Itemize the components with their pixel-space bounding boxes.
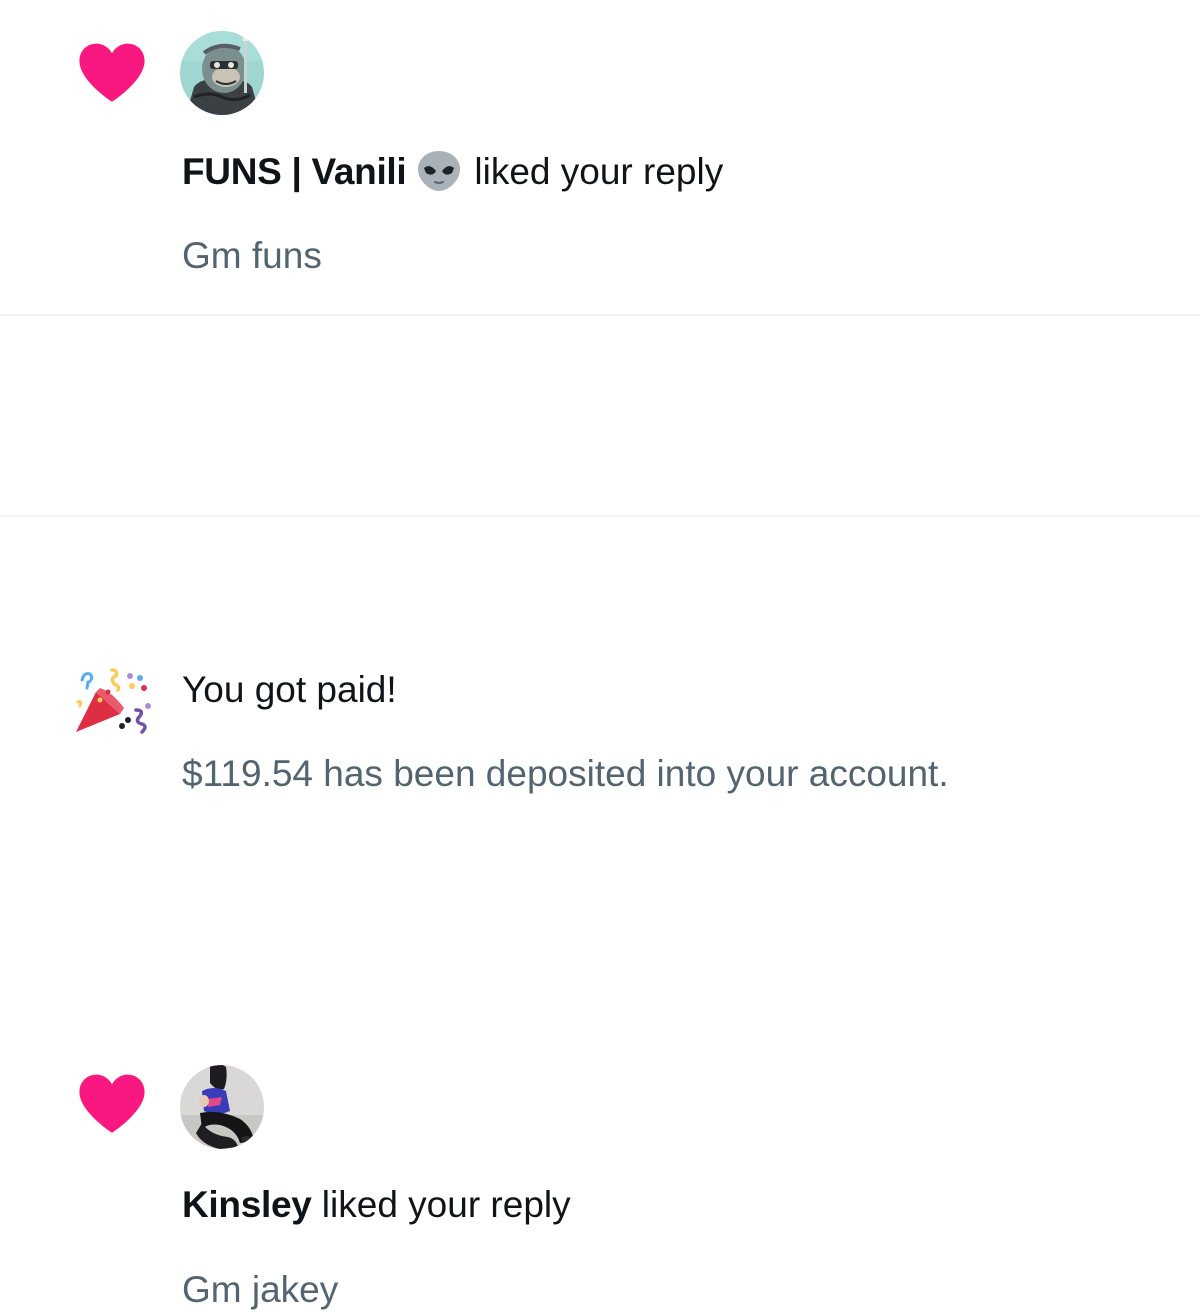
notification-like-funs-vanili[interactable]: FUNS | Vanili liked your reply Gm funs bbox=[0, 0, 1200, 314]
actor-name[interactable]: Kinsley bbox=[182, 1184, 312, 1225]
reply-snippet: Gm funs bbox=[182, 235, 322, 276]
heart-icon bbox=[79, 1074, 145, 1133]
reply-snippet: Gm jakey bbox=[182, 1269, 339, 1310]
person-avatar-image bbox=[180, 1065, 264, 1149]
notification-like-kinsley[interactable]: Kinsley liked your reply Gm jakey bbox=[0, 517, 1200, 1310]
avatar[interactable] bbox=[180, 1065, 264, 1149]
avatar[interactable] bbox=[180, 31, 264, 115]
heart-icon bbox=[79, 43, 145, 102]
action-text: liked your reply bbox=[321, 1184, 571, 1225]
alien-emoji-icon bbox=[418, 151, 461, 191]
notification-text: Kinsley liked your reply bbox=[182, 1183, 571, 1227]
notification-payout[interactable]: You got paid! $119.54 has been deposited… bbox=[0, 316, 1200, 794]
ape-avatar-image bbox=[180, 31, 264, 115]
action-text: liked your reply bbox=[474, 151, 724, 192]
actor-name[interactable]: FUNS | Vanili bbox=[182, 151, 407, 192]
notification-text: FUNS | Vanili liked your reply bbox=[182, 149, 723, 194]
